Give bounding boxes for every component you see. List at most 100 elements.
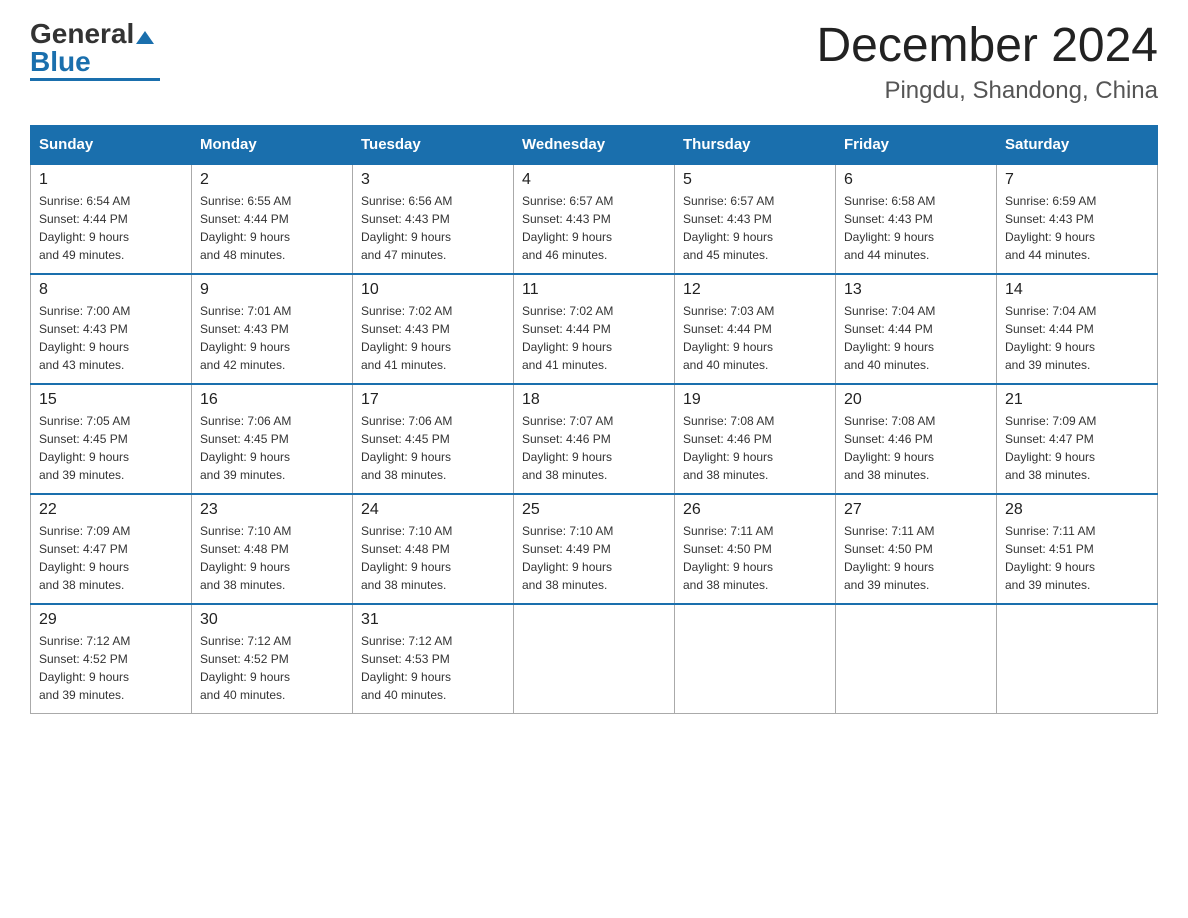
calendar-cell: 29 Sunrise: 7:12 AM Sunset: 4:52 PM Dayl… — [31, 604, 192, 714]
day-number: 30 — [200, 611, 344, 629]
calendar-cell: 31 Sunrise: 7:12 AM Sunset: 4:53 PM Dayl… — [353, 604, 514, 714]
calendar-cell: 1 Sunrise: 6:54 AM Sunset: 4:44 PM Dayli… — [31, 164, 192, 274]
day-info: Sunrise: 7:02 AM Sunset: 4:43 PM Dayligh… — [361, 302, 505, 374]
day-number: 11 — [522, 281, 666, 299]
week-row-5: 29 Sunrise: 7:12 AM Sunset: 4:52 PM Dayl… — [31, 604, 1158, 714]
logo-blue-text: Blue — [30, 46, 91, 77]
day-info: Sunrise: 7:11 AM Sunset: 4:50 PM Dayligh… — [844, 522, 988, 594]
week-row-2: 8 Sunrise: 7:00 AM Sunset: 4:43 PM Dayli… — [31, 274, 1158, 384]
logo-underline — [30, 78, 160, 81]
calendar-cell: 26 Sunrise: 7:11 AM Sunset: 4:50 PM Dayl… — [675, 494, 836, 604]
month-title: December 2024 — [816, 20, 1158, 73]
day-number: 12 — [683, 281, 827, 299]
day-number: 4 — [522, 171, 666, 189]
calendar-cell: 6 Sunrise: 6:58 AM Sunset: 4:43 PM Dayli… — [836, 164, 997, 274]
day-number: 1 — [39, 171, 183, 189]
weekday-header-wednesday: Wednesday — [514, 125, 675, 164]
day-info: Sunrise: 6:56 AM Sunset: 4:43 PM Dayligh… — [361, 192, 505, 264]
calendar-cell: 10 Sunrise: 7:02 AM Sunset: 4:43 PM Dayl… — [353, 274, 514, 384]
day-number: 26 — [683, 501, 827, 519]
day-number: 5 — [683, 171, 827, 189]
day-info: Sunrise: 7:02 AM Sunset: 4:44 PM Dayligh… — [522, 302, 666, 374]
day-number: 10 — [361, 281, 505, 299]
day-number: 28 — [1005, 501, 1149, 519]
day-info: Sunrise: 7:12 AM Sunset: 4:52 PM Dayligh… — [200, 632, 344, 704]
calendar-cell: 13 Sunrise: 7:04 AM Sunset: 4:44 PM Dayl… — [836, 274, 997, 384]
day-number: 2 — [200, 171, 344, 189]
day-number: 27 — [844, 501, 988, 519]
calendar-cell: 11 Sunrise: 7:02 AM Sunset: 4:44 PM Dayl… — [514, 274, 675, 384]
day-info: Sunrise: 7:11 AM Sunset: 4:50 PM Dayligh… — [683, 522, 827, 594]
day-info: Sunrise: 7:12 AM Sunset: 4:52 PM Dayligh… — [39, 632, 183, 704]
calendar-table: SundayMondayTuesdayWednesdayThursdayFrid… — [30, 125, 1158, 715]
page-header: General Blue December 2024 Pingdu, Shand… — [30, 20, 1158, 105]
calendar-cell: 27 Sunrise: 7:11 AM Sunset: 4:50 PM Dayl… — [836, 494, 997, 604]
day-info: Sunrise: 7:03 AM Sunset: 4:44 PM Dayligh… — [683, 302, 827, 374]
day-info: Sunrise: 7:10 AM Sunset: 4:48 PM Dayligh… — [361, 522, 505, 594]
title-block: December 2024 Pingdu, Shandong, China — [816, 20, 1158, 105]
logo-blue-line: Blue — [30, 48, 91, 76]
calendar-cell: 17 Sunrise: 7:06 AM Sunset: 4:45 PM Dayl… — [353, 384, 514, 494]
day-number: 7 — [1005, 171, 1149, 189]
day-info: Sunrise: 7:04 AM Sunset: 4:44 PM Dayligh… — [844, 302, 988, 374]
weekday-header-sunday: Sunday — [31, 125, 192, 164]
day-number: 13 — [844, 281, 988, 299]
day-info: Sunrise: 7:08 AM Sunset: 4:46 PM Dayligh… — [683, 412, 827, 484]
day-info: Sunrise: 6:57 AM Sunset: 4:43 PM Dayligh… — [683, 192, 827, 264]
day-number: 14 — [1005, 281, 1149, 299]
day-info: Sunrise: 7:12 AM Sunset: 4:53 PM Dayligh… — [361, 632, 505, 704]
calendar-cell: 30 Sunrise: 7:12 AM Sunset: 4:52 PM Dayl… — [192, 604, 353, 714]
calendar-cell: 3 Sunrise: 6:56 AM Sunset: 4:43 PM Dayli… — [353, 164, 514, 274]
day-number: 29 — [39, 611, 183, 629]
calendar-cell: 2 Sunrise: 6:55 AM Sunset: 4:44 PM Dayli… — [192, 164, 353, 274]
day-info: Sunrise: 7:05 AM Sunset: 4:45 PM Dayligh… — [39, 412, 183, 484]
logo: General Blue — [30, 20, 160, 81]
location-title: Pingdu, Shandong, China — [816, 77, 1158, 105]
weekday-header-saturday: Saturday — [997, 125, 1158, 164]
day-number: 23 — [200, 501, 344, 519]
day-number: 17 — [361, 391, 505, 409]
day-info: Sunrise: 7:09 AM Sunset: 4:47 PM Dayligh… — [39, 522, 183, 594]
day-number: 6 — [844, 171, 988, 189]
calendar-cell: 4 Sunrise: 6:57 AM Sunset: 4:43 PM Dayli… — [514, 164, 675, 274]
day-info: Sunrise: 7:10 AM Sunset: 4:49 PM Dayligh… — [522, 522, 666, 594]
calendar-cell: 9 Sunrise: 7:01 AM Sunset: 4:43 PM Dayli… — [192, 274, 353, 384]
logo-general: General — [30, 18, 134, 49]
day-info: Sunrise: 6:54 AM Sunset: 4:44 PM Dayligh… — [39, 192, 183, 264]
day-info: Sunrise: 7:10 AM Sunset: 4:48 PM Dayligh… — [200, 522, 344, 594]
calendar-cell: 16 Sunrise: 7:06 AM Sunset: 4:45 PM Dayl… — [192, 384, 353, 494]
calendar-cell: 23 Sunrise: 7:10 AM Sunset: 4:48 PM Dayl… — [192, 494, 353, 604]
day-number: 20 — [844, 391, 988, 409]
day-number: 24 — [361, 501, 505, 519]
day-number: 15 — [39, 391, 183, 409]
week-row-3: 15 Sunrise: 7:05 AM Sunset: 4:45 PM Dayl… — [31, 384, 1158, 494]
weekday-header-tuesday: Tuesday — [353, 125, 514, 164]
logo-text: General — [30, 20, 154, 48]
day-number: 16 — [200, 391, 344, 409]
week-row-4: 22 Sunrise: 7:09 AM Sunset: 4:47 PM Dayl… — [31, 494, 1158, 604]
day-number: 9 — [200, 281, 344, 299]
calendar-cell: 15 Sunrise: 7:05 AM Sunset: 4:45 PM Dayl… — [31, 384, 192, 494]
calendar-cell: 21 Sunrise: 7:09 AM Sunset: 4:47 PM Dayl… — [997, 384, 1158, 494]
day-number: 31 — [361, 611, 505, 629]
calendar-cell: 28 Sunrise: 7:11 AM Sunset: 4:51 PM Dayl… — [997, 494, 1158, 604]
calendar-cell: 5 Sunrise: 6:57 AM Sunset: 4:43 PM Dayli… — [675, 164, 836, 274]
calendar-cell: 12 Sunrise: 7:03 AM Sunset: 4:44 PM Dayl… — [675, 274, 836, 384]
calendar-cell: 8 Sunrise: 7:00 AM Sunset: 4:43 PM Dayli… — [31, 274, 192, 384]
calendar-cell: 24 Sunrise: 7:10 AM Sunset: 4:48 PM Dayl… — [353, 494, 514, 604]
calendar-cell: 19 Sunrise: 7:08 AM Sunset: 4:46 PM Dayl… — [675, 384, 836, 494]
calendar-cell: 18 Sunrise: 7:07 AM Sunset: 4:46 PM Dayl… — [514, 384, 675, 494]
weekday-header-thursday: Thursday — [675, 125, 836, 164]
day-number: 3 — [361, 171, 505, 189]
day-number: 18 — [522, 391, 666, 409]
day-info: Sunrise: 6:59 AM Sunset: 4:43 PM Dayligh… — [1005, 192, 1149, 264]
day-info: Sunrise: 7:08 AM Sunset: 4:46 PM Dayligh… — [844, 412, 988, 484]
day-info: Sunrise: 7:00 AM Sunset: 4:43 PM Dayligh… — [39, 302, 183, 374]
day-info: Sunrise: 6:58 AM Sunset: 4:43 PM Dayligh… — [844, 192, 988, 264]
day-number: 19 — [683, 391, 827, 409]
weekday-header-row: SundayMondayTuesdayWednesdayThursdayFrid… — [31, 125, 1158, 164]
day-number: 22 — [39, 501, 183, 519]
day-info: Sunrise: 7:11 AM Sunset: 4:51 PM Dayligh… — [1005, 522, 1149, 594]
day-number: 25 — [522, 501, 666, 519]
weekday-header-friday: Friday — [836, 125, 997, 164]
